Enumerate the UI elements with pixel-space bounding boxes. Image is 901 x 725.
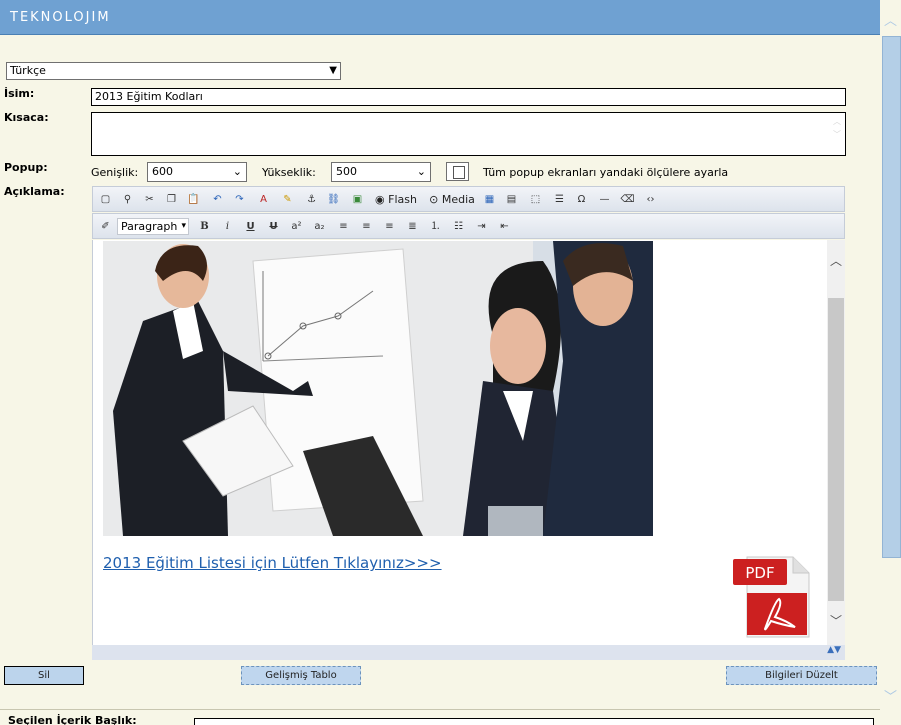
find-icon[interactable]: ⚲ — [119, 191, 136, 208]
unordered-list-icon[interactable]: ☷ — [450, 218, 467, 235]
editor-scrollbar[interactable]: ︿ ﹀ — [827, 240, 845, 645]
table-icon[interactable]: ▦ — [481, 191, 498, 208]
chevron-down-icon: ▼ — [329, 65, 337, 76]
editor-scroll-thumb[interactable] — [828, 298, 844, 601]
style-icon[interactable]: ✐ — [97, 218, 114, 235]
advanced-table-button[interactable]: Gelişmiş Tablo — [241, 666, 361, 685]
media-button[interactable]: ⊙ Media — [428, 191, 476, 208]
ordered-list-icon[interactable]: ⒈ — [427, 218, 444, 235]
bold-button[interactable]: B — [196, 218, 213, 235]
selected-content-title-label: Seçilen İçerik Başlık: — [8, 714, 137, 725]
format-select[interactable]: Paragraph ▾ — [117, 218, 189, 235]
rule-icon[interactable]: ☰ — [551, 191, 568, 208]
height-select-value: 500 — [336, 165, 357, 178]
delete-button[interactable]: Sil — [4, 666, 84, 685]
eraser-icon[interactable]: ⌫ — [619, 191, 636, 208]
media-icon: ⊙ — [429, 193, 439, 206]
chevron-down-icon: ⌄ — [232, 165, 242, 178]
scroll-down-icon[interactable]: ﹀ — [827, 612, 845, 629]
name-label: İsim: — [4, 87, 35, 100]
resize-arrows-icon[interactable]: ▲▼ — [827, 645, 841, 655]
name-input[interactable]: 2013 Eğitim Kodları — [91, 88, 846, 106]
subscript-button[interactable]: a₂ — [311, 218, 328, 235]
width-label: Genişlik: — [91, 166, 139, 179]
chevron-down-icon: ▾ — [181, 221, 186, 231]
popup-size-checkbox[interactable] — [446, 162, 469, 181]
height-select[interactable]: 500 ⌄ — [331, 162, 431, 182]
align-right-icon[interactable]: ≡ — [381, 218, 398, 235]
outdent-icon[interactable]: ⇤ — [496, 218, 513, 235]
selected-content-title-input[interactable] — [194, 718, 874, 725]
media-label: Media — [441, 193, 475, 206]
highlight-icon[interactable]: ✎ — [279, 191, 296, 208]
flash-button[interactable]: ◉ Flash — [374, 191, 418, 208]
hr-icon[interactable]: — — [596, 191, 613, 208]
app-logo: TEKNOLOJIM — [10, 10, 111, 25]
language-select-value: Türkçe — [10, 64, 46, 77]
superscript-button[interactable]: a² — [288, 218, 305, 235]
table-props-icon[interactable]: ▤ — [503, 191, 520, 208]
cut-icon[interactable]: ✂ — [141, 191, 158, 208]
image-icon[interactable]: ▣ — [349, 191, 366, 208]
editor-toolbar-2: ✐ Paragraph ▾ B i U U a² a₂ ≡ ≡ ≡ ≣ ⒈ ☷ … — [92, 213, 845, 239]
width-select[interactable]: 600 ⌄ — [147, 162, 247, 182]
scroll-up-icon[interactable]: ︿ — [880, 14, 901, 30]
flash-icon: ◉ — [375, 193, 385, 206]
paste-icon[interactable]: 📋 — [185, 191, 202, 208]
divider — [0, 709, 880, 710]
popup-checkbox-label: Tüm popup ekranları yandaki ölçülere aya… — [483, 166, 729, 179]
text-color-icon[interactable]: A — [255, 191, 272, 208]
underline-button[interactable]: U — [242, 218, 259, 235]
align-left-icon[interactable]: ≡ — [335, 218, 352, 235]
align-center-icon[interactable]: ≡ — [358, 218, 375, 235]
edit-info-button[interactable]: Bilgileri Düzelt — [726, 666, 877, 685]
summary-scroll[interactable]: ︿ ﹀ — [831, 115, 843, 141]
indent-icon[interactable]: ⇥ — [473, 218, 490, 235]
business-meeting-image — [103, 241, 653, 536]
summary-label: Kısaca: — [4, 111, 49, 124]
scroll-down-icon[interactable]: ﹀ — [880, 690, 901, 706]
anchor-icon[interactable]: ⚓ — [303, 191, 320, 208]
page-scrollbar[interactable]: ︿ ﹀ — [880, 0, 901, 725]
chevron-down-icon: ⌄ — [416, 165, 426, 178]
app-header: TEKNOLOJIM — [0, 0, 880, 35]
language-select[interactable]: Türkçe ▼ — [6, 62, 341, 80]
width-select-value: 600 — [152, 165, 173, 178]
link-icon[interactable]: ⛓ — [325, 191, 342, 208]
popup-label: Popup: — [4, 161, 48, 174]
description-label: Açıklama: — [4, 185, 65, 198]
pdf-file-icon[interactable]: PDF — [731, 555, 811, 639]
summary-textarea[interactable]: ︿ ﹀ — [91, 112, 846, 156]
code-icon[interactable]: ‹› — [642, 191, 659, 208]
format-select-value: Paragraph — [121, 220, 178, 233]
page-scroll-thumb[interactable] — [882, 36, 901, 558]
training-list-link[interactable]: 2013 Eğitim Listesi için Lütfen Tıklayın… — [103, 554, 442, 572]
undo-icon[interactable]: ↶ — [209, 191, 226, 208]
editor-status-bar: ▲▼ — [92, 645, 845, 660]
scroll-up-icon[interactable]: ︿ — [827, 252, 845, 269]
editor-image[interactable] — [103, 241, 653, 536]
copy-icon[interactable]: ❐ — [163, 191, 180, 208]
italic-button[interactable]: i — [219, 218, 236, 235]
redo-icon[interactable]: ↷ — [231, 191, 248, 208]
source-icon[interactable]: ▢ — [97, 191, 114, 208]
editor-toolbar-1: ▢ ⚲ ✂ ❐ 📋 ↶ ↷ A ✎ ⚓ ⛓ ▣ ◉ Flash ⊙ Media … — [92, 186, 845, 212]
omega-icon[interactable]: Ω — [573, 191, 590, 208]
align-justify-icon[interactable]: ≣ — [404, 218, 421, 235]
flash-label: Flash — [388, 193, 417, 206]
pdf-label: PDF — [745, 564, 774, 582]
strikethrough-button[interactable]: U — [265, 218, 282, 235]
grid-icon[interactable]: ⬚ — [527, 191, 544, 208]
height-label: Yükseklik: — [262, 166, 316, 179]
